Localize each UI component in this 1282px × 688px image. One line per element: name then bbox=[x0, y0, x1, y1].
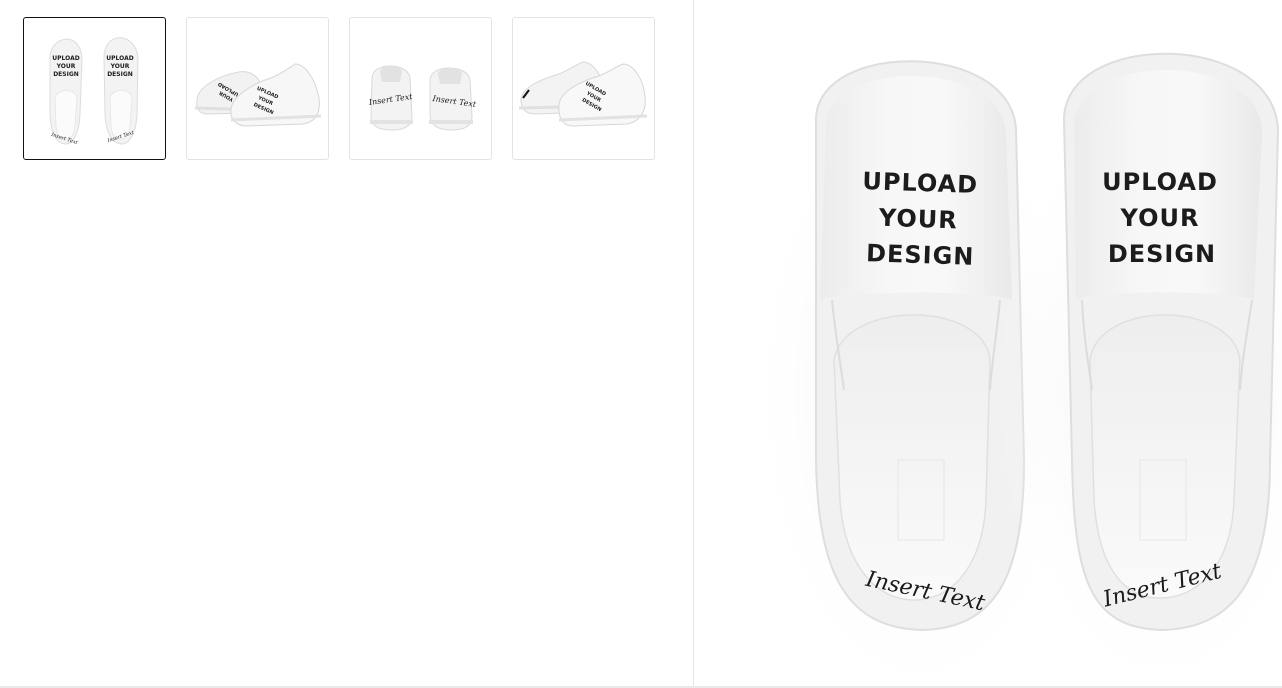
thumb-print-line: UPLOAD bbox=[106, 55, 133, 62]
thumbnail-top-view-image: UPLOAD YOUR DESIGN Insert Text UPLOAD YO… bbox=[49, 37, 139, 146]
thumbnail-side-left-view[interactable]: UPLOAD YOUR UPLOAD YOUR DESIGN bbox=[186, 17, 329, 160]
thumb-shoe-left: UPLOAD YOUR DESIGN Insert Text bbox=[49, 38, 83, 146]
thumb-print-line: DESIGN bbox=[107, 71, 133, 78]
thumbnail-strip: UPLOAD YOUR DESIGN Insert Text UPLOAD YO… bbox=[23, 17, 655, 160]
thumbnail-back-view[interactable]: Insert Text Insert Text bbox=[349, 17, 492, 160]
thumbnail-top-view[interactable]: UPLOAD YOUR DESIGN Insert Text UPLOAD YO… bbox=[23, 17, 166, 160]
main-print-line: YOUR bbox=[877, 204, 958, 235]
product-gallery-page: UPLOAD YOUR DESIGN Insert Text UPLOAD YO… bbox=[0, 0, 1282, 688]
main-print-line: YOUR bbox=[1120, 204, 1200, 232]
thumb-shoe-right: UPLOAD YOUR DESIGN Insert Text bbox=[103, 37, 139, 145]
thumb-shoe-heel-right: Insert Text bbox=[429, 67, 477, 131]
thumb-print-line: UPLOAD bbox=[52, 55, 79, 62]
main-product-image-svg: UPLOAD YOUR DESIGN Insert Text UPLOAD YO… bbox=[749, 35, 1282, 680]
thumbnail-back-view-image: Insert Text Insert Text bbox=[367, 65, 477, 131]
thumb-shoe-heel-left: Insert Text bbox=[367, 65, 414, 131]
thumb-print-line: DESIGN bbox=[53, 71, 79, 78]
thumbnail-side-right-view[interactable]: UPLOAD YOUR DESIGN bbox=[512, 17, 655, 160]
thumbnail-side-left-view-image: UPLOAD YOUR UPLOAD YOUR DESIGN bbox=[194, 63, 322, 127]
main-print-line: DESIGN bbox=[866, 239, 975, 271]
thumbnail-side-right-view-image: UPLOAD YOUR DESIGN bbox=[518, 61, 648, 127]
main-product-image[interactable]: UPLOAD YOUR DESIGN Insert Text UPLOAD YO… bbox=[694, 0, 1282, 686]
thumb-print-line: YOUR bbox=[56, 63, 76, 70]
thumbnail-panel: UPLOAD YOUR DESIGN Insert Text UPLOAD YO… bbox=[0, 0, 694, 686]
main-print-line: DESIGN bbox=[1108, 240, 1216, 268]
main-print-line: UPLOAD bbox=[1102, 168, 1218, 196]
thumb-print-line: YOUR bbox=[110, 63, 130, 70]
main-print-line: UPLOAD bbox=[862, 167, 979, 199]
